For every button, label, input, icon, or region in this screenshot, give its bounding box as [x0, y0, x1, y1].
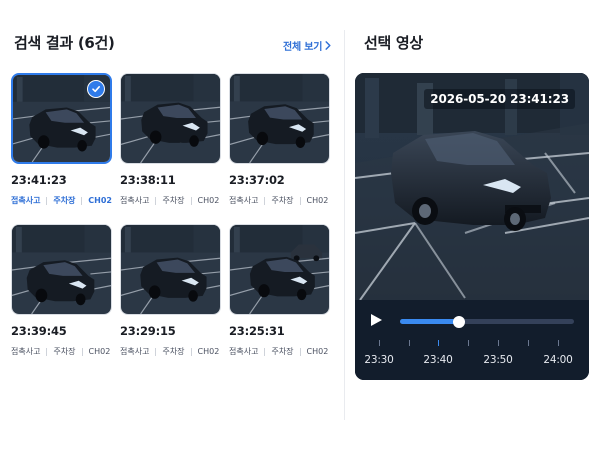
tag-event: 접촉사고 — [229, 347, 259, 356]
thumbnail-image — [230, 225, 329, 314]
result-card[interactable]: 23:38:11 접촉사고 주차장 CH02 — [120, 73, 221, 206]
result-tags: 접촉사고 주차장 CH02 — [229, 346, 330, 357]
tag-separator — [81, 196, 83, 205]
result-card[interactable]: 23:29:15 접촉사고 주차장 CH02 — [120, 224, 221, 357]
seek-knob[interactable] — [453, 315, 466, 328]
thumbnail-image — [121, 225, 220, 314]
timeline-label: 24:00 — [543, 354, 573, 366]
tag-location: 주차장 — [53, 196, 76, 205]
chevron-right-icon — [325, 41, 331, 50]
tag-location: 주차장 — [162, 196, 185, 205]
result-thumbnail[interactable] — [11, 224, 112, 315]
tag-location: 주차장 — [271, 196, 294, 205]
results-title: 검색 결과 (6건) — [14, 34, 115, 52]
result-time: 23:41:23 — [11, 173, 67, 187]
timeline-ticks — [355, 340, 589, 352]
thumbnail-image — [121, 74, 220, 163]
search-results-panel: 검색 결과 (6건) 전체 보기 23:41:23 접촉사고 주차장 CH02 23:3… — [0, 0, 344, 450]
tag-separator — [264, 196, 266, 205]
timeline-label: 23:40 — [423, 354, 453, 366]
view-all-label: 전체 보기 — [283, 42, 323, 53]
tag-location: 주차장 — [53, 347, 76, 356]
tag-separator — [81, 347, 83, 356]
tag-separator — [46, 347, 48, 356]
result-tags: 접촉사고 주차장 CH02 — [11, 346, 112, 357]
tag-location: 주차장 — [271, 347, 294, 356]
result-time: 23:25:31 — [229, 324, 285, 338]
result-card[interactable]: 23:39:45 접촉사고 주차장 CH02 — [11, 224, 112, 357]
play-icon[interactable] — [369, 313, 383, 327]
seek-bar-progress — [400, 319, 460, 324]
tag-separator — [264, 347, 266, 356]
view-all-link[interactable]: 전체 보기 — [283, 38, 331, 53]
result-thumbnail[interactable] — [11, 73, 112, 164]
result-card[interactable]: 23:25:31 접촉사고 주차장 CH02 — [229, 224, 330, 357]
seek-bar[interactable] — [400, 315, 574, 328]
selected-video-panel: 선택 영상 2026-05-20 23:41:23 23:30 23:40 23… — [345, 0, 600, 450]
result-thumbnail[interactable] — [120, 224, 221, 315]
tag-separator — [46, 196, 48, 205]
timeline-tick — [409, 340, 410, 346]
result-time: 23:39:45 — [11, 324, 67, 338]
tag-separator — [299, 196, 301, 205]
timeline-tick — [379, 340, 380, 346]
timeline-tick — [498, 340, 499, 346]
tag-separator — [190, 196, 192, 205]
tag-channel: CH02 — [197, 347, 220, 356]
result-tags: 접촉사고 주차장 CH02 — [120, 195, 221, 206]
tag-channel: CH02 — [306, 347, 329, 356]
tag-event: 접촉사고 — [11, 347, 41, 356]
selected-video-title: 선택 영상 — [364, 34, 423, 52]
tag-separator — [155, 347, 157, 356]
timeline-label: 23:30 — [364, 354, 394, 366]
tag-channel: CH02 — [88, 347, 111, 356]
video-timestamp: 2026-05-20 23:41:23 — [424, 89, 575, 109]
result-tags: 접촉사고 주차장 CH02 — [229, 195, 330, 206]
thumbnail-image — [12, 225, 111, 314]
tag-event: 접촉사고 — [229, 196, 259, 205]
result-tags: 접촉사고 주차장 CH02 — [11, 195, 112, 206]
timeline-tick — [558, 340, 559, 346]
result-thumbnail[interactable] — [229, 224, 330, 315]
result-time: 23:37:02 — [229, 173, 285, 187]
result-tags: 접촉사고 주차장 CH02 — [120, 346, 221, 357]
tag-channel: CH02 — [306, 196, 329, 205]
result-thumbnail[interactable] — [229, 73, 330, 164]
tag-event: 접촉사고 — [11, 196, 41, 205]
timeline-tick — [438, 340, 439, 346]
timeline-tick — [468, 340, 469, 346]
result-card[interactable]: 23:41:23 접촉사고 주차장 CH02 — [11, 73, 112, 206]
timeline-tick — [528, 340, 529, 346]
thumbnail-image — [230, 74, 329, 163]
tag-separator — [299, 347, 301, 356]
tag-channel: CH02 — [197, 196, 220, 205]
result-time: 23:38:11 — [120, 173, 176, 187]
result-card[interactable]: 23:37:02 접촉사고 주차장 CH02 — [229, 73, 330, 206]
tag-separator — [190, 347, 192, 356]
check-icon — [87, 80, 105, 98]
tag-location: 주차장 — [162, 347, 185, 356]
tag-event: 접촉사고 — [120, 196, 150, 205]
tag-separator — [155, 196, 157, 205]
result-time: 23:29:15 — [120, 324, 176, 338]
tag-event: 접촉사고 — [120, 347, 150, 356]
tag-channel: CH02 — [88, 196, 112, 205]
timeline-label: 23:50 — [483, 354, 513, 366]
result-thumbnail[interactable] — [120, 73, 221, 164]
video-player[interactable]: 2026-05-20 23:41:23 23:30 23:40 23:50 24:00 — [355, 73, 589, 380]
player-controls: 23:30 23:40 23:50 24:00 — [355, 300, 589, 380]
